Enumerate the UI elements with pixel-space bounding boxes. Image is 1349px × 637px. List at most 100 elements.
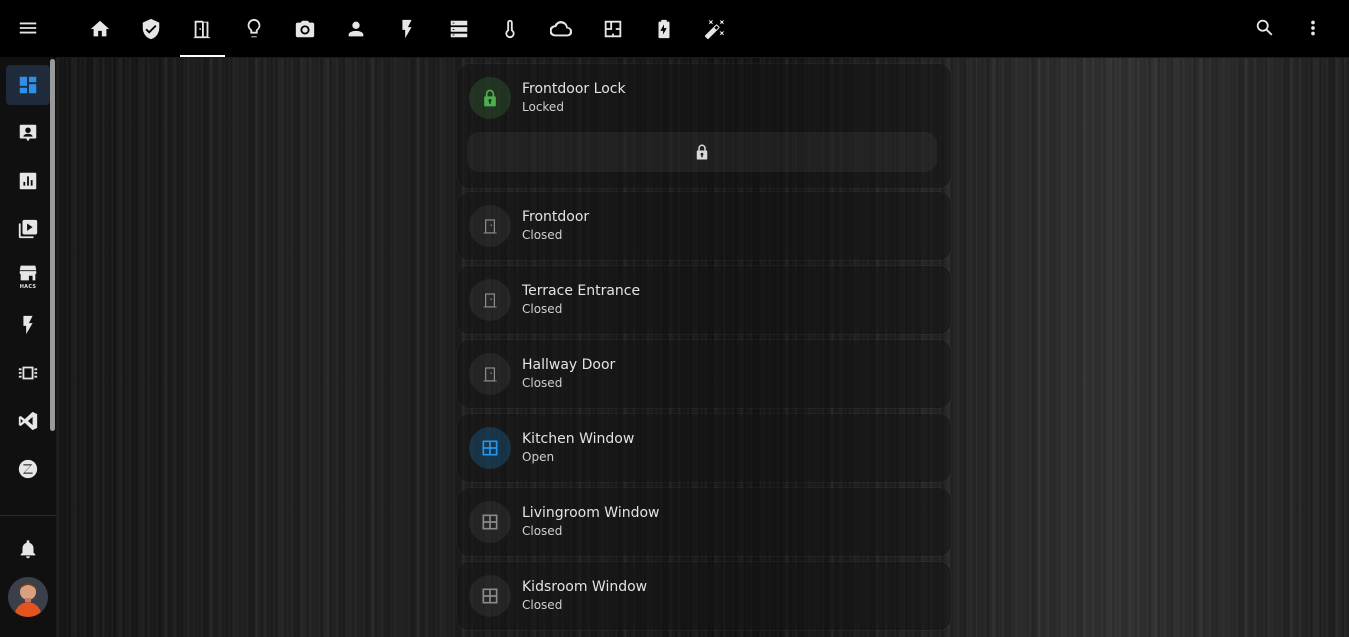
lock-state: Locked <box>522 100 564 114</box>
sidebar-item-hacs[interactable]: HACS <box>6 257 50 297</box>
sidebar-item-profile[interactable] <box>6 113 50 153</box>
tab-energy[interactable] <box>382 0 433 57</box>
lock-toggle-button[interactable] <box>467 132 937 172</box>
tab-climate[interactable] <box>484 0 535 57</box>
sidebar-item-energy[interactable] <box>6 305 50 345</box>
sidebar-item-zigbee[interactable] <box>6 449 50 489</box>
magic-wand-icon <box>705 19 725 39</box>
sidebar-item-media[interactable] <box>6 209 50 249</box>
server-icon <box>450 20 467 37</box>
entity-state: Closed <box>522 302 563 316</box>
lock-card[interactable]: Frontdoor Lock Locked <box>457 64 951 188</box>
entity-card-frontdoor[interactable]: Frontdoor Closed <box>457 192 951 260</box>
entity-name: Livingroom Window <box>522 505 660 521</box>
top-actions <box>1251 14 1327 42</box>
entity-icon-badge[interactable] <box>469 427 511 469</box>
sidebar-item-notifications[interactable] <box>6 529 50 569</box>
lock-row[interactable]: Frontdoor Lock Locked <box>469 77 626 119</box>
door-closed-icon <box>483 367 497 382</box>
bell-icon <box>20 540 36 559</box>
window-closed-icon <box>482 514 498 530</box>
tab-floorplan[interactable] <box>587 0 638 57</box>
door-open-icon <box>193 20 211 38</box>
entity-row[interactable]: Kitchen Window Open <box>469 427 634 469</box>
entity-icon-badge[interactable] <box>469 279 511 321</box>
lightbulb-icon <box>247 18 260 37</box>
tab-cameras[interactable] <box>279 0 330 57</box>
memory-chip-icon <box>18 366 38 380</box>
entity-state: Closed <box>522 598 563 612</box>
sidebar-item-history[interactable] <box>6 161 50 201</box>
tab-doors[interactable] <box>177 0 228 57</box>
door-closed-icon <box>483 293 497 308</box>
entity-card-livingroom-window[interactable]: Livingroom Window Closed <box>457 488 951 556</box>
tab-battery[interactable] <box>638 0 689 57</box>
entity-state: Open <box>522 450 555 464</box>
dashboard-icon <box>19 76 37 94</box>
media-icon <box>18 219 38 239</box>
tab-servers[interactable] <box>433 0 484 57</box>
entity-name: Kidsroom Window <box>522 579 648 595</box>
menu-button[interactable] <box>14 14 42 42</box>
entity-row[interactable]: Frontdoor Closed <box>469 205 589 247</box>
entity-row[interactable]: Terrace Entrance Closed <box>469 279 640 321</box>
search-button[interactable] <box>1251 14 1279 42</box>
entity-icon-badge[interactable] <box>469 205 511 247</box>
window-open-icon <box>482 440 498 456</box>
chart-box-icon <box>19 172 37 190</box>
sidebar: HACS <box>0 57 57 637</box>
entity-icon-badge[interactable] <box>469 575 511 617</box>
floor-plan-icon <box>604 20 621 37</box>
entity-card-hallway-door[interactable]: Hallway Door Closed <box>457 340 951 408</box>
overflow-menu-button[interactable] <box>1299 14 1327 42</box>
tab-security[interactable] <box>125 0 176 57</box>
door-closed-icon <box>483 219 497 234</box>
entity-state: Closed <box>522 524 563 538</box>
sidebar-item-overview[interactable] <box>6 65 50 105</box>
entity-card-kitchen-window[interactable]: Kitchen Window Open <box>457 414 951 482</box>
tab-home[interactable] <box>74 0 125 57</box>
search-icon <box>1256 19 1273 36</box>
view-tabs <box>74 0 741 57</box>
tab-scenes[interactable] <box>690 0 741 57</box>
entity-state: Closed <box>522 228 563 242</box>
account-box-icon <box>19 124 37 142</box>
entity-row[interactable]: Hallway Door Closed <box>469 353 615 395</box>
zigbee-icon <box>18 459 38 479</box>
entity-row[interactable]: Kidsroom Window Closed <box>469 575 647 617</box>
sidebar-item-esphome[interactable] <box>6 353 50 393</box>
entity-icon-badge[interactable] <box>469 353 511 395</box>
entity-name: Terrace Entrance <box>522 283 641 299</box>
top-bar <box>0 0 1349 58</box>
camera-icon <box>295 20 314 37</box>
lock-icon-badge[interactable] <box>469 77 511 119</box>
entity-name: Hallway Door <box>522 357 616 373</box>
entity-state: Closed <box>522 376 563 390</box>
home-icon <box>90 20 109 36</box>
thermometer-icon <box>505 19 515 38</box>
hacs-icon <box>19 265 37 281</box>
entity-icon-badge[interactable] <box>469 501 511 543</box>
sidebar-item-vscode[interactable] <box>6 401 50 441</box>
entity-row[interactable]: Livingroom Window Closed <box>469 501 660 543</box>
tab-people[interactable] <box>330 0 381 57</box>
entity-card-terrace-entrance[interactable]: Terrace Entrance Closed <box>457 266 951 334</box>
energy-icon <box>23 315 33 335</box>
tab-weather[interactable] <box>536 0 587 57</box>
sidebar-scrollbar[interactable] <box>50 59 55 431</box>
account-icon <box>348 21 364 36</box>
flash-icon <box>402 19 413 38</box>
lock-icon <box>696 144 708 160</box>
sidebar-divider <box>0 515 56 516</box>
window-closed-icon <box>482 588 498 604</box>
entity-card-kidsroom-window[interactable]: Kidsroom Window Closed <box>457 562 951 630</box>
entity-name: Frontdoor <box>522 209 590 225</box>
tab-lights[interactable] <box>228 0 279 57</box>
dots-vertical-icon <box>1311 20 1315 36</box>
avatar-image <box>8 577 48 617</box>
lock-name: Frontdoor Lock <box>522 81 626 97</box>
shield-check-icon <box>142 18 160 39</box>
avatar[interactable] <box>8 577 48 617</box>
lock-icon <box>484 89 496 107</box>
cloud-icon <box>550 20 573 36</box>
